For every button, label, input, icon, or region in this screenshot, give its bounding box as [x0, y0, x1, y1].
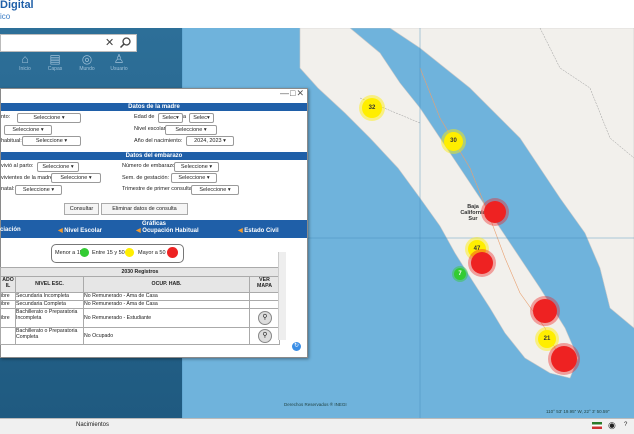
sem-label: Sem. de gestación:: [122, 175, 170, 181]
table-cell: [0, 327, 16, 345]
nivel-label: Nivel escolar:: [134, 126, 168, 132]
map-attribution: Derechos Reservados ® INEGI: [284, 402, 347, 407]
tab-ocupacion-habitual[interactable]: ◀ Ocupación Habitual: [136, 227, 199, 234]
vivo-label: vivió al parto:: [1, 163, 34, 169]
house-icon: ⌂: [21, 52, 29, 66]
cluster-yellow[interactable]: 30: [444, 132, 463, 151]
cluster-yellow[interactable]: 32: [362, 98, 382, 118]
eliminar-button[interactable]: Eliminar datos de consulta: [101, 203, 188, 215]
flag-icon: [592, 422, 602, 429]
vivientes-select[interactable]: Seleccione ▾: [51, 173, 101, 183]
tab-nivel-escolar[interactable]: ◀ Nivel Escolar: [58, 227, 102, 234]
close-icon[interactable]: ✕: [105, 36, 114, 49]
cluster-green[interactable]: 7: [454, 268, 466, 280]
anio-label: Año del nacimiento:: [134, 138, 183, 144]
lugar-label: nto:: [1, 114, 11, 120]
cluster-yellow[interactable]: 21: [538, 330, 556, 348]
edad-label: Edad de: [134, 114, 155, 120]
app-header: Digital ico: [0, 0, 634, 28]
vivientes-label: vivientes de la madre:: [1, 175, 55, 181]
num-select[interactable]: Seleccione ▾: [174, 162, 219, 172]
tool-mundo[interactable]: ◎ Mundo: [74, 52, 100, 78]
eye-icon[interactable]: ◉: [608, 420, 616, 431]
person-icon: ♙: [113, 52, 125, 66]
cluster-red[interactable]: [471, 252, 493, 274]
legend-green-dot: [80, 248, 89, 257]
table-cell: ibre: [0, 308, 16, 328]
section-embarazo: Datos del embarazo: [1, 152, 307, 160]
sem-select[interactable]: Seleccione ▾: [171, 173, 217, 183]
cluster-red[interactable]: [484, 201, 506, 223]
nivel-select[interactable]: Seleccione ▾: [165, 125, 217, 135]
chart-icon: ◀: [136, 228, 141, 234]
table-cell: Bachillerato o Preparatoria Incompleta: [15, 308, 84, 328]
table-cell: No Remunerado - Estudiante: [83, 308, 250, 328]
anio-select[interactable]: 2024, 2023 ▾: [186, 136, 234, 146]
toolbar: ⌂ Inicio ▤ Capas ◎ Mundo ♙ Usuario: [0, 52, 135, 78]
chart-icon: ◀: [58, 228, 63, 234]
app-subtitle: ico: [0, 12, 11, 21]
map-pin-icon[interactable]: ⚲: [258, 311, 272, 325]
cluster-legend: Menor a 15 Entre 15 y 50 Mayor a 50: [51, 244, 184, 263]
help-icon[interactable]: ↻: [292, 342, 301, 351]
lugar-select[interactable]: Seleccione ▾: [17, 113, 81, 123]
col-header-estado: ADO IL: [0, 276, 16, 293]
habitual-select[interactable]: Seleccione ▾: [22, 136, 81, 146]
table-cell: Bachillerato o Preparatoria Completa: [15, 327, 84, 345]
table-cell: No Ocupado: [83, 327, 250, 345]
tab-asociacion[interactable]: ciación: [0, 227, 21, 233]
col-header-nivel: NIVEL ESC.: [15, 276, 84, 293]
tool-inicio[interactable]: ⌂ Inicio: [12, 52, 38, 78]
col-header-ocupacion: OCUP. HAB.: [83, 276, 250, 293]
consultar-button[interactable]: Consultar: [64, 203, 99, 215]
legend-entre: Entre 15 y 50: [92, 250, 125, 256]
col-header-mapa: VER MAPA: [249, 276, 280, 293]
table-scrollbar[interactable]: [278, 252, 286, 340]
chart-icon: ◀: [238, 228, 243, 234]
natal-label: natal:: [1, 186, 15, 192]
table-cell: ⚲: [249, 327, 280, 345]
coordinate-readout: 110° 53' 19.95" W, 22° 3' 50.59": [546, 409, 610, 414]
vivo-select[interactable]: Seleccione ▾: [37, 162, 79, 172]
map-pin-icon[interactable]: ⚲: [258, 329, 272, 343]
cluster-red[interactable]: [533, 299, 557, 323]
num-label: Número de embarazo:: [122, 163, 177, 169]
edad-a-label: a: [183, 114, 187, 120]
trim-select[interactable]: Seleccione ▾: [191, 185, 239, 195]
layers-icon: ▤: [49, 52, 61, 66]
search-bar[interactable]: ✕: [0, 34, 137, 52]
status-right: ?: [624, 422, 628, 428]
legend-red-dot: [167, 247, 178, 258]
legend-yellow-dot: [125, 248, 134, 257]
tab-estado-civil[interactable]: ◀ Estado Civil: [238, 227, 279, 234]
legend-menor: Menor a 15: [55, 250, 83, 256]
section-madre: Datos de la madre: [1, 103, 307, 111]
window-controls[interactable]: —□✕: [280, 88, 305, 99]
row2-select[interactable]: Seleccione ▾: [4, 125, 52, 135]
tool-capas[interactable]: ▤ Capas: [42, 52, 68, 78]
status-bar: Nacimientos ◉ ?: [0, 418, 634, 434]
habitual-label: habitual:: [1, 138, 22, 144]
natal-select[interactable]: Seleccione ▾: [15, 185, 62, 195]
app-title: Digital: [0, 0, 34, 11]
edad-to-select[interactable]: Selec▾: [189, 113, 214, 123]
search-icon[interactable]: [119, 36, 132, 49]
trim-label: Trimestre de primer consulta:: [122, 186, 194, 192]
cluster-red[interactable]: [551, 346, 577, 372]
globe-icon: ◎: [81, 52, 93, 66]
legend-mayor: Mayor a 50: [138, 250, 166, 256]
status-tab-nacimientos[interactable]: Nacimientos: [76, 422, 109, 428]
tool-usuario[interactable]: ♙ Usuario: [106, 52, 132, 78]
edad-from-select[interactable]: Selec▾: [158, 113, 183, 123]
table-cell: ⚲: [249, 308, 280, 328]
